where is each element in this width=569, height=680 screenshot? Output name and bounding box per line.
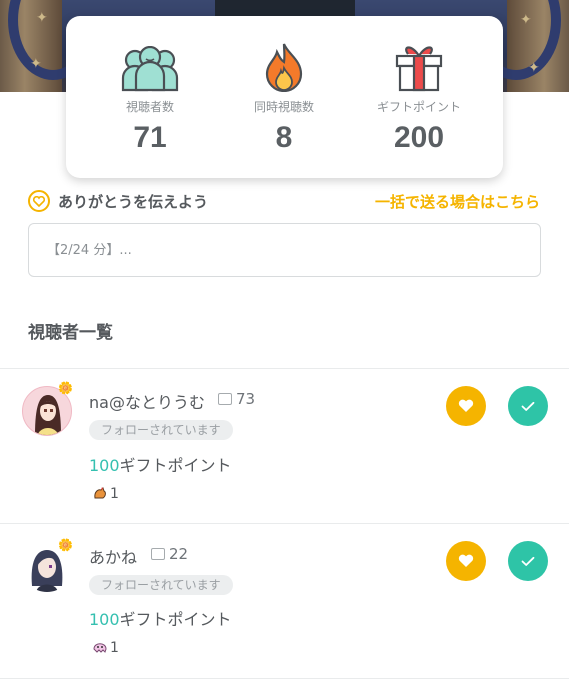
stat-viewers: 視聴者数 71 — [80, 40, 220, 155]
viewer-name[interactable]: あかね — [89, 544, 137, 568]
concurrent-count: 8 — [275, 121, 293, 154]
follow-status-badge: フォローされています — [89, 420, 233, 440]
stat-label: ギフトポイント — [376, 100, 461, 114]
stat-label: 視聴者数 — [125, 100, 174, 114]
gift-item-count: 1 — [92, 486, 119, 502]
gift-point-total: 200 — [393, 121, 445, 154]
viewer-count: 71 — [133, 121, 167, 154]
send-thanks-button[interactable] — [446, 386, 486, 426]
stat-concurrent: 同時視聴数 8 — [214, 40, 354, 155]
flower-badge-icon: 🌼 — [58, 381, 73, 395]
heart-icon — [458, 399, 474, 412]
gift-item-count: 1 — [92, 640, 119, 656]
mark-done-button[interactable] — [508, 541, 548, 581]
comment-count: 73 — [218, 390, 255, 408]
octopus-gift-icon — [93, 643, 107, 653]
divider — [0, 678, 569, 679]
comment-bubble-icon — [218, 393, 232, 405]
fire-icon — [214, 40, 354, 92]
viewers-icon — [80, 40, 220, 92]
viewer-row[interactable]: 🌼 na@なとりうむ 73 フォローされています 100ギフトポイント 1 — [0, 369, 569, 519]
gift-icon — [349, 40, 489, 92]
bulk-send-link[interactable]: 一括で送る場合はこちら — [375, 191, 540, 212]
heart-outline-icon — [28, 190, 50, 212]
comment-count: 22 — [151, 545, 188, 563]
thanks-title: ありがとうを伝えよう — [58, 193, 209, 211]
thanks-row: ありがとうを伝えよう 一括で送る場合はこちら — [28, 189, 540, 215]
viewer-list-title: 視聴者一覧 — [28, 323, 113, 343]
follow-status-badge: フォローされています — [89, 575, 233, 595]
check-icon — [521, 556, 535, 566]
stat-gift-points: ギフトポイント 200 — [349, 40, 489, 155]
flower-badge-icon: 🌼 — [58, 538, 73, 552]
send-thanks-button[interactable] — [446, 541, 486, 581]
check-icon — [521, 401, 535, 411]
mark-done-button[interactable] — [508, 386, 548, 426]
comment-bubble-icon — [151, 548, 165, 560]
viewer-name[interactable]: na@なとりうむ — [89, 389, 205, 413]
thanks-message-input[interactable]: 【2/24 分】... — [28, 223, 541, 277]
viewer-gift-points: 100ギフトポイント — [89, 610, 232, 629]
viewer-gift-points: 100ギフトポイント — [89, 456, 232, 475]
viewer-row[interactable]: 🌼 あかね 22 フォローされています 100ギフトポイント 1 — [0, 524, 569, 674]
stats-card: 視聴者数 71 同時視聴数 8 ギフトポイント 200 — [66, 16, 503, 178]
stat-label: 同時視聴数 — [253, 100, 314, 114]
rooster-gift-icon — [94, 487, 106, 499]
heart-icon — [458, 554, 474, 567]
